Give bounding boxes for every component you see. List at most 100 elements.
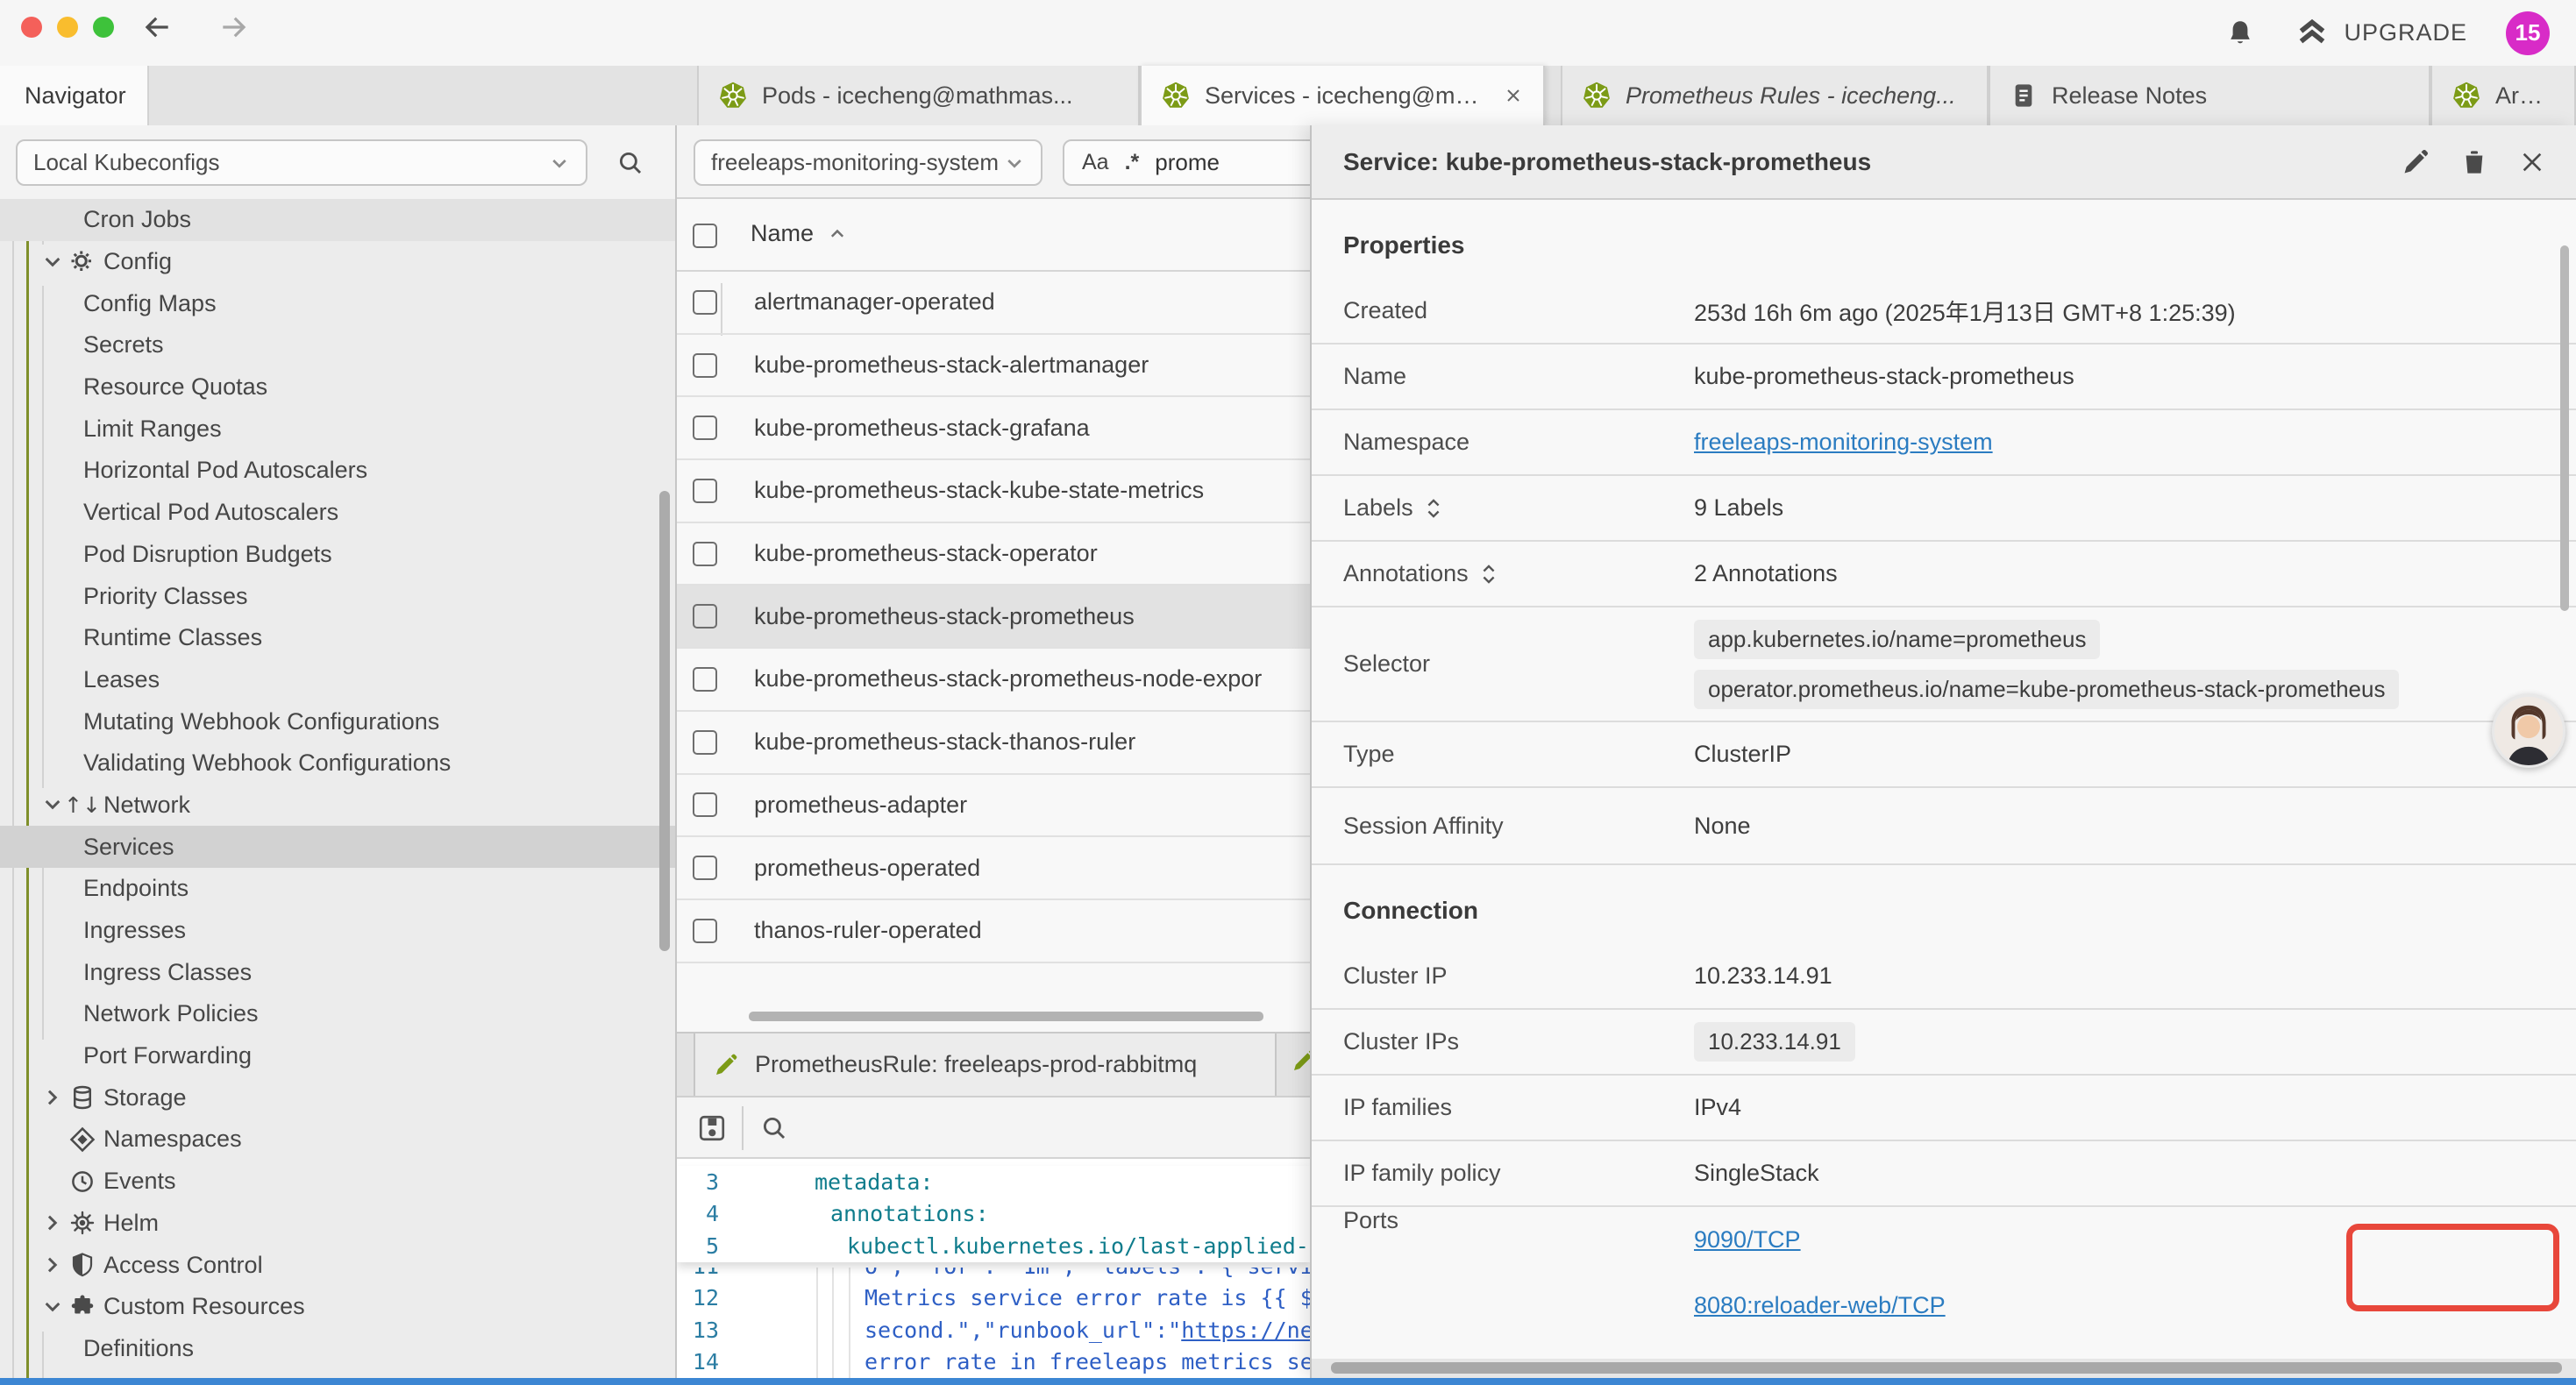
sort-ascending-icon[interactable]	[828, 224, 847, 244]
sidebar-item-ingresses[interactable]: Ingresses	[0, 910, 675, 952]
sidebar-item-port-forwarding[interactable]: Port Forwarding	[0, 1035, 675, 1077]
row-checkbox[interactable]	[693, 792, 717, 817]
sidebar-item-network-policies[interactable]: Network Policies	[0, 993, 675, 1035]
namespace-link[interactable]: freeleaps-monitoring-system	[1694, 429, 1993, 456]
sidebar-item-leases[interactable]: Leases	[0, 659, 675, 701]
row-checkbox[interactable]	[693, 730, 717, 755]
tree-chevron-icon[interactable]	[40, 1086, 65, 1109]
sidebar-item-horizontal-pod-autoscalers[interactable]: Horizontal Pod Autoscalers	[0, 450, 675, 492]
back-arrow-icon[interactable]	[140, 11, 174, 44]
sidebar-item-storage[interactable]: Storage	[0, 1076, 675, 1119]
tab-release-notes[interactable]: Release Notes	[1989, 66, 2430, 125]
edit-pencil-icon[interactable]	[2401, 147, 2430, 177]
sidebar-scrollbar-thumb[interactable]	[659, 491, 670, 951]
tree-chevron-icon[interactable]	[40, 1211, 65, 1234]
port-link[interactable]: 8080:reloader-web/TCP	[1694, 1292, 1946, 1319]
sidebar-item-validating-webhook-configurations[interactable]: Validating Webhook Configurations	[0, 742, 675, 785]
traffic-light-close[interactable]	[21, 17, 42, 38]
assistant-avatar[interactable]	[2492, 694, 2565, 768]
editor-search-icon[interactable]	[759, 1113, 789, 1143]
service-table-row[interactable]: kube-prometheus-stack-thanos-ruler	[677, 712, 1310, 775]
sidebar-item-network[interactable]: ↑↓ Network	[0, 785, 675, 827]
save-icon[interactable]	[696, 1112, 728, 1144]
sidebar-item-runtime-classes[interactable]: Runtime Classes	[0, 617, 675, 659]
row-checkbox[interactable]	[693, 856, 717, 880]
sidebar-item-config[interactable]: Config	[0, 241, 675, 283]
service-table-row[interactable]: alertmanager-operated	[677, 272, 1310, 335]
sidebar-item-vertical-pod-autoscalers[interactable]: Vertical Pod Autoscalers	[0, 492, 675, 534]
yaml-editor[interactable]: 3metadata:4annotations:5kubectl.kubernet…	[677, 1159, 1310, 1378]
notifications-bell-icon[interactable]	[2224, 18, 2256, 49]
editor-link[interactable]: https://net	[1181, 1318, 1310, 1343]
sidebar-item-definitions[interactable]: Definitions	[0, 1328, 675, 1370]
sidebar-item-helm[interactable]: Helm	[0, 1203, 675, 1245]
tab-pods-icecheng-mathmas[interactable]: Pods - icecheng@mathmas...	[697, 66, 1140, 125]
sidebar-item-secrets[interactable]: Secrets	[0, 324, 675, 366]
sidebar-item-limit-ranges[interactable]: Limit Ranges	[0, 408, 675, 450]
navigator-search-icon[interactable]	[616, 148, 645, 178]
forward-arrow-icon[interactable]	[217, 11, 251, 44]
namespace-selector[interactable]: freeleaps-monitoring-system	[694, 139, 1042, 186]
sidebar-item-endpoints[interactable]: Endpoints	[0, 868, 675, 910]
traffic-light-zoom[interactable]	[93, 17, 114, 38]
service-table-row[interactable]: kube-prometheus-stack-prometheus	[677, 586, 1310, 649]
service-table-row[interactable]: kube-prometheus-stack-alertmanager	[677, 335, 1310, 398]
service-table-row[interactable]: prometheus-operated	[677, 837, 1310, 900]
service-table-row[interactable]: thanos-ruler-operated	[677, 900, 1310, 963]
tree-chevron-icon[interactable]	[40, 251, 65, 273]
sidebar-item-ingress-classes[interactable]: Ingress Classes	[0, 951, 675, 993]
row-checkbox[interactable]	[693, 353, 717, 378]
match-case-icon[interactable]: Aa	[1082, 150, 1109, 175]
sidebar-item-cron-jobs[interactable]: Cron Jobs	[0, 199, 675, 241]
sidebar-item-config-maps[interactable]: Config Maps	[0, 282, 675, 324]
drawer-hscrollbar-thumb[interactable]	[1331, 1362, 2562, 1374]
table-hscrollbar-thumb[interactable]	[749, 1012, 1263, 1021]
kubeconfig-selector[interactable]: Local Kubeconfigs	[16, 139, 587, 186]
row-checkbox[interactable]	[693, 416, 717, 440]
tree-chevron-icon[interactable]	[40, 1254, 65, 1276]
tab-navigator[interactable]: Navigator	[0, 66, 149, 125]
drawer-vscrollbar-thumb[interactable]	[2560, 245, 2569, 611]
sidebar-item-namespaces[interactable]: Namespaces	[0, 1119, 675, 1161]
sidebar-item-pod-disruption-budgets[interactable]: Pod Disruption Budgets	[0, 534, 675, 576]
sidebar-item-priority-classes[interactable]: Priority Classes	[0, 575, 675, 617]
sidebar-item-custom-resources[interactable]: Custom Resources	[0, 1286, 675, 1328]
close-icon[interactable]	[2518, 148, 2546, 176]
notification-count-badge[interactable]: 15	[2506, 11, 2550, 55]
row-checkbox[interactable]	[693, 667, 717, 692]
traffic-light-minimize[interactable]	[57, 17, 78, 38]
sidebar-item-services[interactable]: Services	[0, 826, 675, 868]
row-checkbox[interactable]	[693, 542, 717, 566]
tree-chevron-icon[interactable]	[40, 793, 65, 816]
row-checkbox[interactable]	[693, 479, 717, 503]
upgrade-button[interactable]: UPGRADE	[2295, 16, 2467, 51]
yaml-tab-prometheusrule[interactable]: PrometheusRule: freeleaps-prod-rabbitmq	[694, 1033, 1277, 1096]
delete-trash-icon[interactable]	[2460, 148, 2488, 176]
service-table-row[interactable]: prometheus-adapter	[677, 775, 1310, 838]
sidebar-item-mutating-webhook-configurations[interactable]: Mutating Webhook Configurations	[0, 700, 675, 742]
tab-prometheus-rules-icecheng[interactable]: Prometheus Rules - icecheng...	[1561, 66, 1989, 125]
tab-close-icon[interactable]	[1503, 85, 1524, 106]
sidebar-item-events[interactable]: Events	[0, 1161, 675, 1203]
tab-services-icecheng-math[interactable]: Services - icecheng@math...	[1140, 66, 1545, 125]
sidebar-item-access-control[interactable]: Access Control	[0, 1244, 675, 1286]
select-all-checkbox[interactable]	[693, 224, 717, 248]
row-checkbox[interactable]	[693, 919, 717, 943]
tree-chevron-icon[interactable]	[40, 1296, 65, 1318]
expand-collapse-icon[interactable]	[1424, 496, 1443, 521]
row-checkbox[interactable]	[693, 290, 717, 315]
detail-row-type: TypeClusterIP	[1312, 722, 2576, 788]
service-table-row[interactable]: kube-prometheus-stack-kube-state-metrics	[677, 460, 1310, 523]
service-table-row[interactable]: kube-prometheus-stack-grafana	[677, 397, 1310, 460]
service-table-row[interactable]: kube-prometheus-stack-prometheus-node-ex…	[677, 649, 1310, 712]
expand-collapse-icon[interactable]	[1479, 562, 1498, 586]
port-link[interactable]: 9090/TCP	[1694, 1226, 1801, 1254]
tab-argo-se[interactable]: Argo Se	[2430, 66, 2576, 125]
column-header-name[interactable]: Name	[751, 220, 814, 247]
regex-icon[interactable]: .*	[1125, 150, 1140, 175]
row-checkbox[interactable]	[693, 604, 717, 629]
filter-input[interactable]: Aa .* prome	[1063, 139, 1310, 186]
sidebar-item-resource-quotas[interactable]: Resource Quotas	[0, 366, 675, 408]
service-table-row[interactable]: kube-prometheus-stack-operator	[677, 523, 1310, 586]
yaml-tab-clipped[interactable]	[1291, 1048, 1310, 1083]
